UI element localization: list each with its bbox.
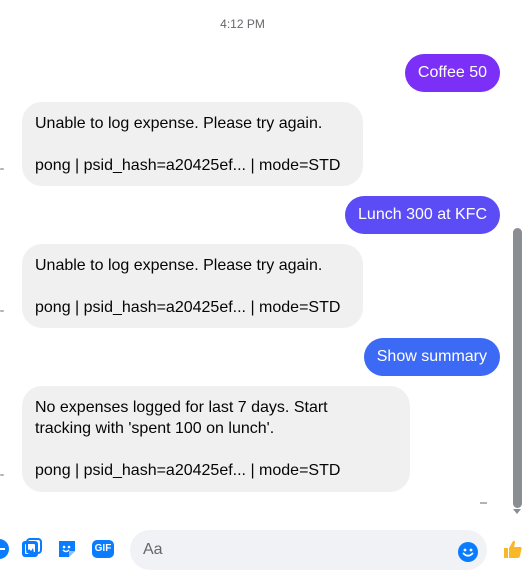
message-line: pong | psid_hash=a20425ef... | mode=STD <box>35 462 341 479</box>
typing-indicator <box>480 502 487 504</box>
thumbs-up-icon[interactable] <box>502 538 522 560</box>
message-text: Lunch 300 at KFC <box>358 206 487 223</box>
outgoing-message[interactable]: Coffee 50 <box>404 54 500 92</box>
gif-label: GIF <box>94 543 112 554</box>
timestamp: 4:12 PM <box>220 17 265 31</box>
incoming-message[interactable]: Unable to log expense. Please try again.… <box>22 102 363 186</box>
incoming-message[interactable]: No expenses logged for last 7 days. Star… <box>22 386 410 492</box>
message-line <box>35 439 397 460</box>
message-line: No expenses logged for last 7 days. Star… <box>35 399 328 416</box>
photo-icon[interactable] <box>21 538 43 560</box>
message-line: pong | psid_hash=a20425ef... | mode=STD <box>35 157 341 174</box>
message-line: pong | psid_hash=a20425ef... | mode=STD <box>35 299 341 316</box>
emoji-icon[interactable] <box>457 539 479 562</box>
message-line: tracking with 'spent 100 on lunch'. <box>35 420 275 437</box>
seen-indicator <box>0 310 4 312</box>
outgoing-message[interactable]: Show summary <box>363 338 500 376</box>
seen-indicator <box>0 168 4 170</box>
message-input[interactable]: Aa <box>130 530 487 570</box>
scrollbar-thumb[interactable] <box>513 228 522 508</box>
message-input-placeholder: Aa <box>143 541 163 558</box>
message-line: Unable to log expense. Please try again. <box>35 257 323 274</box>
message-text: Coffee 50 <box>417 64 487 81</box>
message-line <box>35 134 350 155</box>
gif-icon[interactable]: GIF <box>91 538 115 560</box>
seen-indicator <box>0 474 4 476</box>
outgoing-message[interactable]: Lunch 300 at KFC <box>345 196 500 234</box>
message-text: Show summary <box>376 348 487 365</box>
scroll-down-arrow-icon[interactable] <box>513 509 521 514</box>
add-icon[interactable] <box>0 538 10 560</box>
incoming-message[interactable]: Unable to log expense. Please try again.… <box>22 244 363 328</box>
sticker-icon[interactable] <box>56 538 78 560</box>
message-line: Unable to log expense. Please try again. <box>35 115 323 132</box>
message-line <box>35 276 350 297</box>
